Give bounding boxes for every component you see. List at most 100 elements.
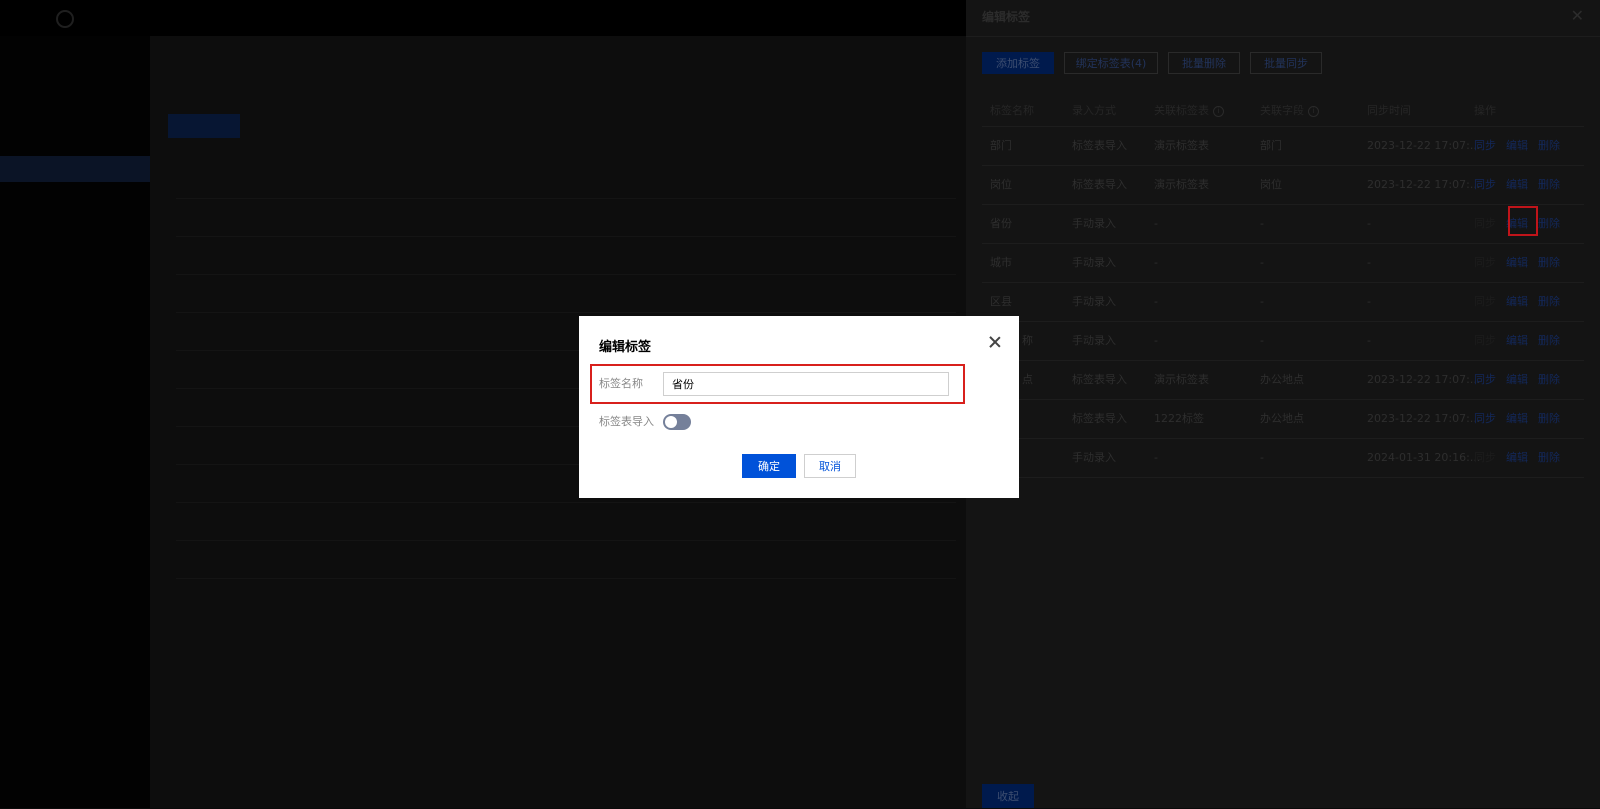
edit-link-highlight bbox=[1508, 206, 1538, 236]
tag-name: 岗位 bbox=[990, 178, 1012, 191]
bg-table-divider bbox=[176, 312, 956, 313]
batch-delete-button[interactable]: 批量删除 bbox=[1168, 52, 1240, 74]
entry-method: 手动录入 bbox=[1072, 256, 1116, 269]
confirm-button[interactable]: 确定 bbox=[742, 454, 796, 478]
delete-link[interactable]: 删除 bbox=[1538, 166, 1560, 204]
sync-link: 同步 bbox=[1474, 334, 1496, 347]
edit-link[interactable]: 编辑 bbox=[1506, 439, 1528, 477]
bg-table-divider bbox=[176, 578, 956, 579]
table-row: 省份 手动录入 - - - 同步 编辑 删除 bbox=[982, 205, 1584, 244]
delete-link[interactable]: 删除 bbox=[1538, 127, 1560, 165]
edit-tags-drawer: 编辑标签 ✕ 添加标签 绑定标签表(4) 批量删除 批量同步 标签名称 录入方式… bbox=[966, 0, 1600, 808]
close-icon[interactable] bbox=[987, 334, 1003, 350]
sync-link[interactable]: 同步 bbox=[1474, 400, 1496, 438]
linked-table: - bbox=[1154, 451, 1158, 464]
linked-field: - bbox=[1260, 217, 1264, 230]
tag-name: 省份 bbox=[990, 217, 1012, 230]
bind-tag-table-button[interactable]: 绑定标签表(4) bbox=[1064, 52, 1158, 74]
tags-table: 标签名称 录入方式 关联标签表 i 关联字段 i 同步时间 操作 部门 标签表导入 … bbox=[982, 96, 1584, 478]
sync-link: 同步 bbox=[1474, 256, 1496, 269]
table-row: 城市 手动录入 - - - 同步 编辑 删除 bbox=[982, 244, 1584, 283]
linked-table: 演示标签表 bbox=[1154, 178, 1209, 191]
batch-sync-button[interactable]: 批量同步 bbox=[1250, 52, 1322, 74]
delete-link[interactable]: 删除 bbox=[1538, 322, 1560, 360]
column-header: 录入方式 bbox=[1072, 104, 1116, 117]
edit-link[interactable]: 编辑 bbox=[1506, 361, 1528, 399]
linked-field: 岗位 bbox=[1260, 178, 1282, 191]
table-row: 称 手动录入 - - - 同步 编辑 删除 bbox=[982, 322, 1584, 361]
bg-primary-button bbox=[168, 114, 240, 138]
info-icon[interactable]: i bbox=[1213, 105, 1224, 117]
entry-method: 标签表导入 bbox=[1072, 139, 1127, 152]
delete-link[interactable]: 删除 bbox=[1538, 361, 1560, 399]
bg-table-divider bbox=[176, 236, 956, 237]
sync-link: 同步 bbox=[1474, 295, 1496, 308]
bg-table-divider bbox=[176, 502, 956, 503]
edit-link[interactable]: 编辑 bbox=[1506, 322, 1528, 360]
edit-link[interactable]: 编辑 bbox=[1506, 283, 1528, 321]
delete-link[interactable]: 删除 bbox=[1538, 283, 1560, 321]
sync-time: 2023-12-22 17:07:... bbox=[1367, 139, 1481, 152]
drawer-divider bbox=[966, 36, 1600, 37]
delete-link[interactable]: 删除 bbox=[1538, 439, 1560, 477]
tag-name: 部门 bbox=[990, 139, 1012, 152]
column-header: 同步时间 bbox=[1367, 104, 1411, 117]
sync-link: 同步 bbox=[1474, 217, 1496, 230]
linked-table: - bbox=[1154, 334, 1158, 347]
toggle-knob bbox=[665, 416, 677, 428]
cancel-button[interactable]: 取消 bbox=[804, 454, 856, 478]
entry-method: 手动录入 bbox=[1072, 217, 1116, 230]
bg-sidebar-active-item bbox=[0, 156, 150, 182]
info-icon[interactable]: i bbox=[1308, 105, 1319, 117]
entry-method: 标签表导入 bbox=[1072, 412, 1127, 425]
edit-link[interactable]: 编辑 bbox=[1506, 166, 1528, 204]
bg-table-divider bbox=[176, 274, 956, 275]
edit-link[interactable]: 编辑 bbox=[1506, 244, 1528, 282]
column-header: 操作 bbox=[1474, 104, 1496, 117]
bg-sidebar bbox=[0, 36, 150, 808]
column-header: 关联标签表 i bbox=[1154, 96, 1224, 126]
edit-tag-modal: 编辑标签 标签名称 标签表导入 确定 取消 bbox=[579, 316, 1019, 498]
linked-table: - bbox=[1154, 295, 1158, 308]
edit-link[interactable]: 编辑 bbox=[1506, 400, 1528, 438]
linked-table: 演示标签表 bbox=[1154, 139, 1209, 152]
linked-table: 演示标签表 bbox=[1154, 373, 1209, 386]
delete-link[interactable]: 删除 bbox=[1538, 400, 1560, 438]
delete-link[interactable]: 删除 bbox=[1538, 205, 1560, 243]
entry-method: 手动录入 bbox=[1072, 295, 1116, 308]
sync-link[interactable]: 同步 bbox=[1474, 361, 1496, 399]
tag-name: 城市 bbox=[990, 256, 1012, 269]
linked-table: 1222标签 bbox=[1154, 412, 1204, 425]
entry-method: 手动录入 bbox=[1072, 451, 1116, 464]
tag-name: 点 bbox=[1022, 373, 1033, 386]
close-icon[interactable]: ✕ bbox=[1571, 6, 1584, 25]
add-tag-button[interactable]: 添加标签 bbox=[982, 52, 1054, 74]
linked-table: - bbox=[1154, 256, 1158, 269]
sync-time: 2024-01-31 20:16:... bbox=[1367, 451, 1481, 464]
sync-time: - bbox=[1367, 256, 1371, 269]
table-row: 标签表导入 1222标签 办公地点 2023-12-22 17:07:... 同… bbox=[982, 400, 1584, 439]
column-header: 关联字段 i bbox=[1260, 96, 1319, 126]
table-header: 标签名称 录入方式 关联标签表 i 关联字段 i 同步时间 操作 bbox=[982, 96, 1584, 127]
linked-field: 部门 bbox=[1260, 139, 1282, 152]
edit-link[interactable]: 编辑 bbox=[1506, 127, 1528, 165]
linked-table: - bbox=[1154, 217, 1158, 230]
import-toggle-row: 标签表导入 bbox=[599, 412, 799, 432]
drawer-title: 编辑标签 bbox=[982, 10, 1031, 24]
delete-link[interactable]: 删除 bbox=[1538, 244, 1560, 282]
column-header: 标签名称 bbox=[990, 104, 1034, 117]
import-toggle[interactable] bbox=[663, 414, 691, 430]
entry-method: 标签表导入 bbox=[1072, 373, 1127, 386]
import-toggle-label: 标签表导入 bbox=[599, 415, 654, 428]
linked-field: - bbox=[1260, 334, 1264, 347]
entry-method: 标签表导入 bbox=[1072, 178, 1127, 191]
sync-link[interactable]: 同步 bbox=[1474, 166, 1496, 204]
collapse-button[interactable]: 收起 bbox=[982, 784, 1034, 808]
table-row: 部门 标签表导入 演示标签表 部门 2023-12-22 17:07:... 同… bbox=[982, 127, 1584, 166]
sync-time: - bbox=[1367, 295, 1371, 308]
bg-topbar bbox=[0, 0, 966, 36]
linked-field: 办公地点 bbox=[1260, 373, 1304, 386]
sync-time: 2023-12-22 17:07:... bbox=[1367, 373, 1481, 386]
sync-link[interactable]: 同步 bbox=[1474, 127, 1496, 165]
linked-field: 办公地点 bbox=[1260, 412, 1304, 425]
